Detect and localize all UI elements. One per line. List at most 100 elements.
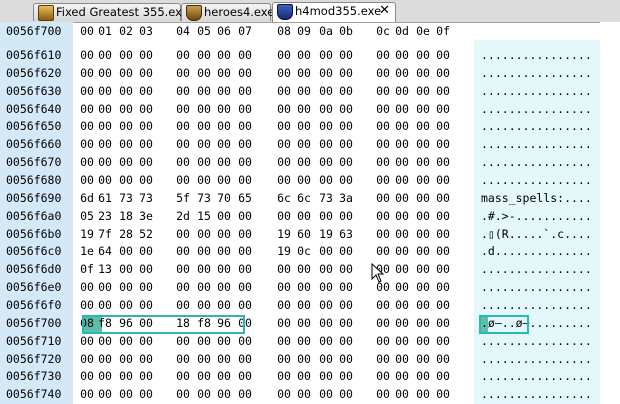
hex-byte[interactable]: 00 xyxy=(374,209,392,223)
hex-byte[interactable]: 00 xyxy=(434,227,452,241)
ascii-text[interactable]: ................ xyxy=(481,102,592,116)
hex-byte[interactable]: 00 xyxy=(236,262,254,276)
hex-byte[interactable]: 00 xyxy=(137,173,155,187)
hex-byte[interactable]: 00 xyxy=(174,298,192,312)
hex-byte[interactable]: 00 xyxy=(137,334,155,348)
hex-byte[interactable]: 00 xyxy=(337,137,355,151)
hex-byte[interactable]: 00 xyxy=(215,84,233,98)
hex-byte[interactable]: 00 xyxy=(414,387,432,401)
hex-byte[interactable]: 00 xyxy=(317,352,335,366)
hex-byte[interactable]: 00 xyxy=(117,369,135,383)
hex-byte[interactable]: 00 xyxy=(374,173,392,187)
hex-byte[interactable]: 00 xyxy=(393,262,411,276)
hex-byte[interactable]: 00 xyxy=(195,262,213,276)
hex-byte[interactable]: 18 xyxy=(117,209,135,223)
hex-byte[interactable]: 00 xyxy=(295,66,313,80)
hex-byte[interactable]: 00 xyxy=(317,102,335,116)
hex-byte[interactable]: 00 xyxy=(174,244,192,258)
ascii-text[interactable]: ................ xyxy=(481,387,592,401)
hex-byte[interactable]: 64 xyxy=(96,244,114,258)
hex-byte[interactable]: 73 xyxy=(117,191,135,205)
hex-byte[interactable]: 00 xyxy=(317,66,335,80)
hex-byte[interactable]: 00 xyxy=(174,262,192,276)
hex-byte[interactable]: 00 xyxy=(317,209,335,223)
hex-byte[interactable]: 00 xyxy=(414,102,432,116)
hex-byte[interactable]: 05 xyxy=(78,209,96,223)
hex-byte[interactable]: 00 xyxy=(414,66,432,80)
hex-byte[interactable]: 00 xyxy=(236,209,254,223)
hex-byte[interactable]: 00 xyxy=(195,227,213,241)
hex-byte[interactable]: 00 xyxy=(295,155,313,169)
hex-byte[interactable]: 23 xyxy=(96,209,114,223)
ascii-text[interactable]: ................ xyxy=(481,48,592,62)
hex-byte[interactable]: 00 xyxy=(236,84,254,98)
hex-byte[interactable]: 52 xyxy=(137,227,155,241)
hex-byte[interactable]: 00 xyxy=(434,66,452,80)
hex-byte[interactable]: 00 xyxy=(174,48,192,62)
hex-byte[interactable]: 00 xyxy=(374,84,392,98)
hex-byte[interactable]: 00 xyxy=(275,155,293,169)
hex-byte[interactable]: 00 xyxy=(434,209,452,223)
hex-byte[interactable]: 00 xyxy=(317,137,335,151)
hex-byte[interactable]: 13 xyxy=(96,262,114,276)
hex-byte[interactable]: 00 xyxy=(137,102,155,116)
hex-byte[interactable]: 00 xyxy=(295,173,313,187)
hex-byte[interactable]: 00 xyxy=(96,280,114,294)
hex-byte[interactable]: 00 xyxy=(275,316,293,330)
hex-byte[interactable]: 00 xyxy=(393,227,411,241)
hex-byte[interactable]: 00 xyxy=(414,352,432,366)
hex-byte[interactable]: 00 xyxy=(317,316,335,330)
hex-byte[interactable]: 15 xyxy=(195,209,213,223)
hex-byte[interactable]: 00 xyxy=(295,280,313,294)
hex-byte[interactable]: 00 xyxy=(174,352,192,366)
hex-byte[interactable]: 0f xyxy=(78,262,96,276)
hex-byte[interactable]: 19 xyxy=(78,227,96,241)
hex-byte[interactable]: 00 xyxy=(236,298,254,312)
hex-byte[interactable]: 00 xyxy=(374,155,392,169)
ascii-text[interactable]: ................ xyxy=(481,369,592,383)
hex-byte[interactable]: 00 xyxy=(414,48,432,62)
hex-byte[interactable]: 00 xyxy=(275,137,293,151)
ascii-text[interactable]: ................ xyxy=(481,155,592,169)
hex-byte[interactable]: 00 xyxy=(195,137,213,151)
hex-byte[interactable]: 00 xyxy=(393,244,411,258)
hex-byte[interactable]: 00 xyxy=(295,352,313,366)
hex-byte[interactable]: 00 xyxy=(337,334,355,348)
hex-byte[interactable]: 00 xyxy=(137,387,155,401)
hex-byte[interactable]: 00 xyxy=(78,155,96,169)
ascii-text[interactable]: ................ xyxy=(481,262,592,276)
hex-byte[interactable]: 00 xyxy=(393,298,411,312)
hex-byte[interactable]: 00 xyxy=(275,369,293,383)
ascii-text[interactable]: ................ xyxy=(481,66,592,80)
hex-byte[interactable]: 00 xyxy=(195,244,213,258)
hex-byte[interactable]: 00 xyxy=(137,262,155,276)
hex-byte[interactable]: 00 xyxy=(195,102,213,116)
hex-byte[interactable]: 00 xyxy=(337,84,355,98)
ascii-text[interactable]: ................ xyxy=(481,84,592,98)
hex-byte[interactable]: 00 xyxy=(434,369,452,383)
hex-byte[interactable]: 00 xyxy=(137,155,155,169)
hex-byte[interactable]: 19 xyxy=(317,227,335,241)
hex-byte[interactable]: 73 xyxy=(137,191,155,205)
hex-byte[interactable]: 00 xyxy=(434,191,452,205)
hex-byte[interactable]: 00 xyxy=(215,280,233,294)
hex-byte[interactable]: 00 xyxy=(374,119,392,133)
hex-byte[interactable]: 00 xyxy=(78,173,96,187)
hex-byte[interactable]: 00 xyxy=(434,48,452,62)
hex-byte[interactable]: 00 xyxy=(393,209,411,223)
hex-byte[interactable]: 00 xyxy=(317,387,335,401)
hex-byte[interactable]: 00 xyxy=(434,173,452,187)
hex-byte[interactable]: 00 xyxy=(215,119,233,133)
hex-byte[interactable]: 00 xyxy=(337,102,355,116)
hex-byte[interactable]: 00 xyxy=(78,48,96,62)
hex-byte[interactable]: 00 xyxy=(337,280,355,294)
hex-byte[interactable]: 00 xyxy=(393,119,411,133)
hex-byte[interactable]: 00 xyxy=(434,387,452,401)
hex-byte[interactable]: 00 xyxy=(174,84,192,98)
hex-byte[interactable]: 00 xyxy=(215,369,233,383)
hex-byte[interactable]: 00 xyxy=(374,244,392,258)
hex-byte[interactable]: 00 xyxy=(275,84,293,98)
hex-byte[interactable]: 00 xyxy=(174,227,192,241)
hex-byte[interactable]: 00 xyxy=(174,137,192,151)
hex-byte[interactable]: 00 xyxy=(215,298,233,312)
